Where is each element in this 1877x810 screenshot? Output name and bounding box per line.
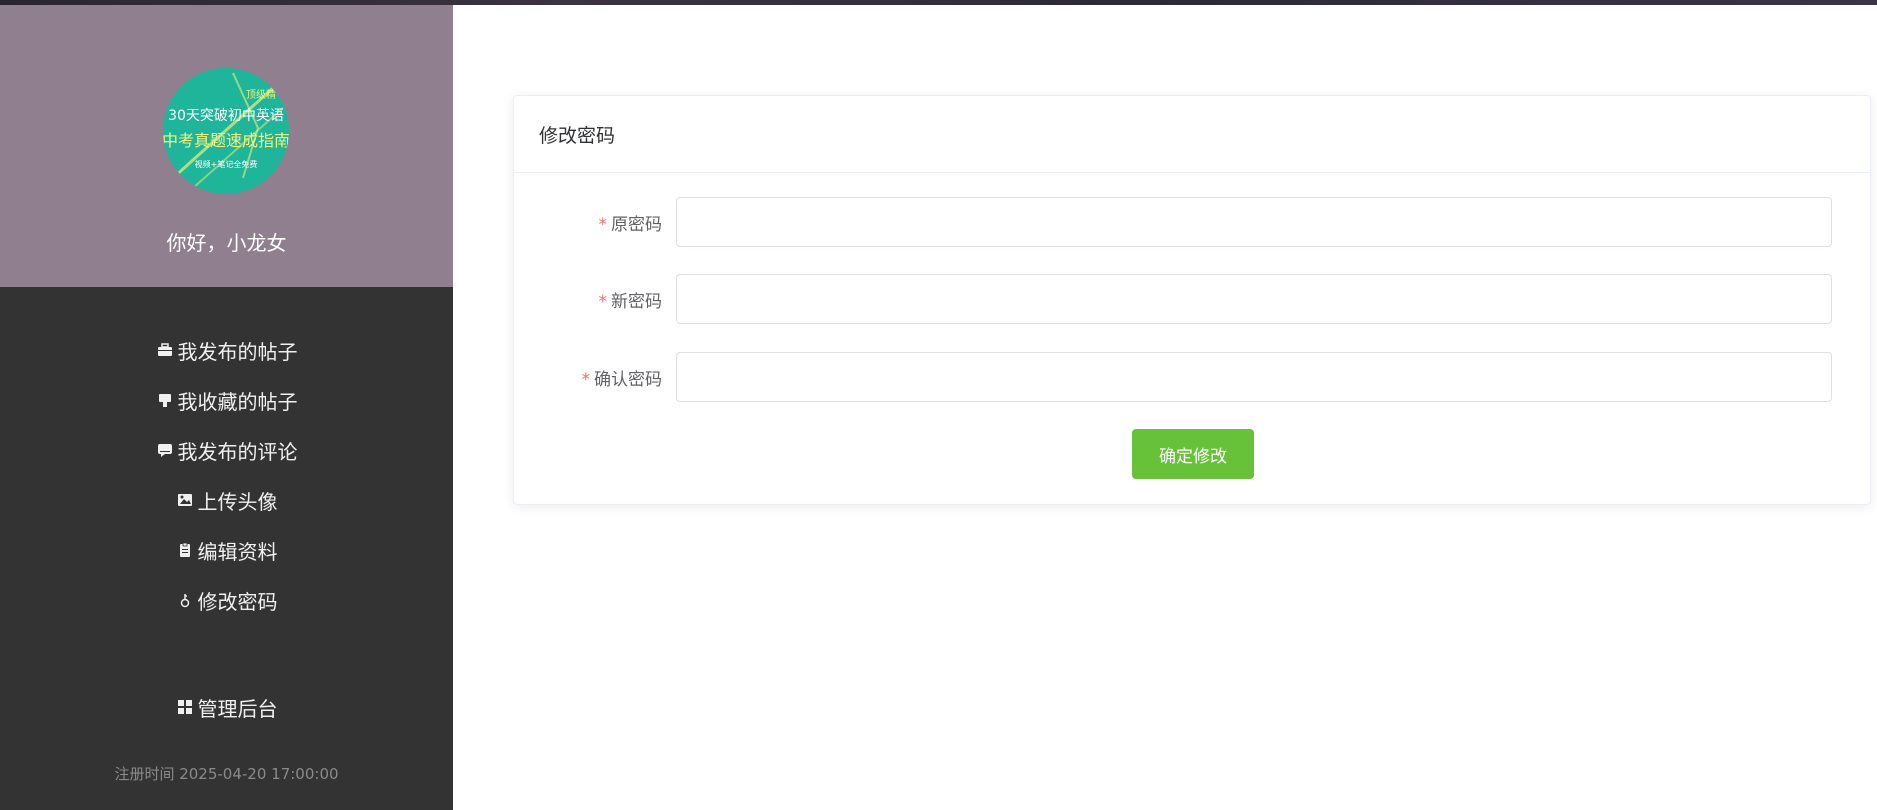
menu-item-label: 我发布的评论: [177, 439, 298, 464]
user-menu: 我发布的帖子 我收藏的帖子 我发布的评论 上传头像 编辑资料 修改密码: [0, 325, 453, 625]
required-mark: *: [598, 214, 608, 235]
menu-item-my-favorites[interactable]: 我收藏的帖子: [0, 375, 453, 425]
menu-item-my-comments[interactable]: 我发布的评论: [0, 425, 453, 475]
old-password-label: * 原密码: [514, 210, 676, 235]
avatar-corner-text: 顶级精: [246, 88, 276, 101]
avatar-line1-text: 30天突破初中英语: [168, 107, 284, 124]
sidebar: 顶级精 30天突破初中英语 中考真题速成指南 视频+笔记全免费 你好，小龙女 我…: [0, 5, 453, 810]
new-password-label: * 新密码: [514, 287, 676, 312]
avatar-line2-text: 中考真题速成指南: [163, 131, 289, 150]
menu-item-upload-avatar[interactable]: 上传头像: [0, 475, 453, 525]
confirm-password-input[interactable]: [676, 352, 1832, 402]
new-password-label-text: 新密码: [611, 291, 662, 312]
menu-item-label: 我发布的帖子: [177, 339, 298, 364]
menu-item-admin[interactable]: 管理后台: [0, 682, 453, 732]
greeting-text: 你好，小龙女: [166, 231, 287, 255]
menu-item-label: 我收藏的帖子: [177, 389, 298, 414]
menu-item-label: 编辑资料: [197, 539, 278, 564]
new-password-input[interactable]: [676, 274, 1832, 324]
form-row-old-password: * 原密码: [514, 197, 1872, 247]
key-icon: [176, 591, 194, 609]
menu-item-edit-profile[interactable]: 编辑资料: [0, 525, 453, 575]
star-icon: [156, 391, 174, 409]
menu-item-label: 上传头像: [197, 489, 278, 514]
change-password-card: 修改密码 * 原密码 * 新密码 * 确认密码 确定修改: [513, 95, 1871, 505]
confirm-password-label: * 确认密码: [514, 365, 676, 390]
confirm-change-button[interactable]: 确定修改: [1132, 429, 1254, 479]
old-password-label-text: 原密码: [611, 214, 662, 235]
card-title: 修改密码: [514, 96, 1870, 173]
form-row-new-password: * 新密码: [514, 274, 1872, 324]
avatar-line3-text: 视频+笔记全免费: [195, 159, 258, 169]
menu-item-label: 管理后台: [197, 696, 278, 721]
required-mark: *: [598, 291, 608, 312]
avatar[interactable]: 顶级精 30天突破初中英语 中考真题速成指南 视频+笔记全免费: [163, 68, 289, 194]
form-row-confirm-password: * 确认密码: [514, 352, 1872, 402]
image-icon: [176, 491, 194, 509]
confirm-password-label-text: 确认密码: [594, 369, 662, 390]
registration-time: 注册时间 2025-04-20 17:00:00: [114, 765, 339, 783]
menu-item-label: 修改密码: [197, 589, 278, 614]
old-password-input[interactable]: [676, 197, 1832, 247]
clipboard-icon: [176, 541, 194, 559]
briefcase-icon: [156, 341, 174, 359]
required-mark: *: [581, 369, 591, 390]
avatar-image: 顶级精 30天突破初中英语 中考真题速成指南 视频+笔记全免费: [163, 68, 289, 194]
grid-icon: [176, 698, 194, 716]
menu-item-my-posts[interactable]: 我发布的帖子: [0, 325, 453, 375]
menu-item-change-password[interactable]: 修改密码: [0, 575, 453, 625]
profile-panel: 顶级精 30天突破初中英语 中考真题速成指南 视频+笔记全免费 你好，小龙女: [0, 5, 453, 287]
comment-icon: [156, 441, 174, 459]
